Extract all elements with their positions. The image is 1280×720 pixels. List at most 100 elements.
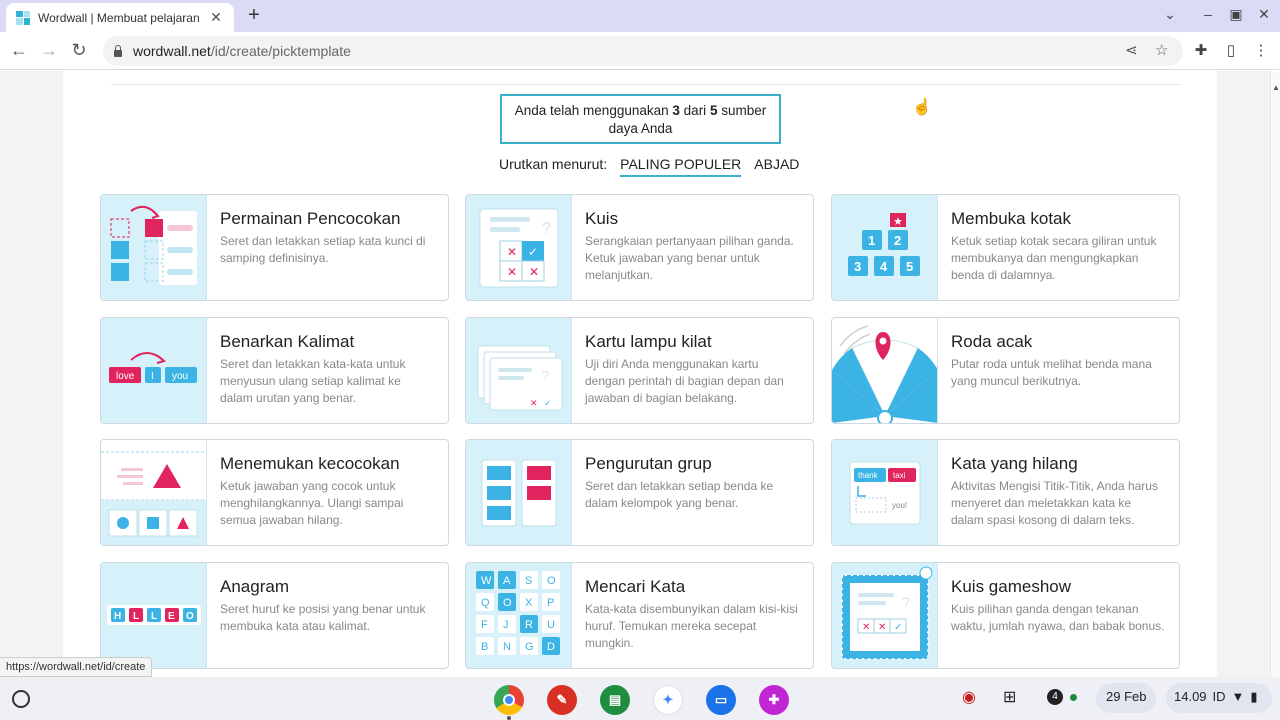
template-desc: Seret dan letakkan setiap benda ke dalam… <box>585 479 774 510</box>
close-tab-icon[interactable]: ✕ <box>208 9 224 26</box>
template-card-anagram[interactable]: H L L E O Anagram Seret huruf ke posisi … <box>100 562 449 669</box>
svg-text:?: ? <box>542 368 549 383</box>
bookmark-star-icon[interactable]: ☆ <box>1155 41 1168 59</box>
svg-text:✕: ✕ <box>862 622 870 633</box>
address-bar[interactable]: wordwall.net/id/create/picktemplate ⋖ ☆ <box>103 36 1183 66</box>
svg-text:★: ★ <box>893 216 903 228</box>
reload-icon[interactable]: ↻ <box>68 40 90 61</box>
date-pill[interactable]: 29 Feb <box>1096 683 1157 713</box>
close-window-button[interactable]: ✕ <box>1254 6 1274 23</box>
tote-icon[interactable]: ⊞ <box>1003 687 1016 707</box>
template-name: Kuis gameshow <box>951 577 1072 596</box>
quiz-thumbnail: ? ✕ ✓ ✕ ✕ <box>466 195 572 300</box>
page-content: Anda telah menggunakan 3 dari 5 sumber d… <box>63 71 1217 677</box>
side-panel-icon[interactable]: ▯ <box>1221 41 1241 59</box>
canvas-app-icon[interactable]: ✎ <box>547 685 577 715</box>
screen-record-icon[interactable]: ◉ <box>962 687 976 707</box>
template-card-quiz[interactable]: ? ✕ ✓ ✕ ✕ Kuis Serangkaian pertanyaan pi… <box>465 194 814 301</box>
template-name: Permainan Pencocokan <box>220 209 401 228</box>
unbox-number: 5 <box>906 259 913 274</box>
wordsearch-grid: W A S O Q O X P F J R U B N G D <box>476 571 560 655</box>
svg-text:✓: ✓ <box>544 398 552 408</box>
template-desc: Seret huruf ke posisi yang benar untuk m… <box>220 602 426 633</box>
hand-cursor-icon: ☝ <box>912 99 932 116</box>
tab-search-icon[interactable]: ⌄ <box>1160 6 1180 23</box>
quota-used: 3 <box>672 103 680 118</box>
wordsearch-letter: O <box>503 597 512 609</box>
svg-text:✕: ✕ <box>530 398 538 408</box>
extensions-puzzle-icon[interactable]: ✚ <box>1191 41 1211 59</box>
svg-text:✕: ✕ <box>507 245 517 259</box>
template-card-group-sort[interactable]: Pengurutan grup Seret dan letakkan setia… <box>465 439 814 546</box>
template-name: Menemukan kecocokan <box>220 454 400 473</box>
maximize-button[interactable]: ▣ <box>1226 6 1246 23</box>
svg-text:✕: ✕ <box>878 622 886 633</box>
template-card-match-up[interactable]: Permainan Pencocokan Seret dan letakkan … <box>100 194 449 301</box>
template-card-find-the-match[interactable]: Menemukan kecocokan Ketuk jawaban yang c… <box>100 439 449 546</box>
missing-word-chip: thank <box>858 471 879 480</box>
template-desc: Kata-kata disembunyikan dalam kisi-kisi … <box>585 602 798 650</box>
template-name: Pengurutan grup <box>585 454 712 473</box>
wordsearch-letter: R <box>525 619 533 631</box>
template-card-missing-word[interactable]: thank taxi you! Kata yang hilang Aktivit… <box>831 439 1180 546</box>
classroom-app-icon[interactable]: ▤ <box>600 685 630 715</box>
quota-total: 5 <box>709 103 718 118</box>
template-desc: Putar roda untuk melihat benda mana yang… <box>951 357 1152 388</box>
battery-icon: ▮ <box>1250 689 1258 704</box>
sort-bar: Urutkan menurut: PALING POPULER ABJAD <box>499 156 799 177</box>
sort-alphabetical[interactable]: ABJAD <box>754 156 799 177</box>
forward-arrow-icon[interactable]: → <box>38 40 60 61</box>
template-card-unjumble[interactable]: love I you Benarkan Kalimat Seret dan le… <box>100 317 449 424</box>
template-card-random-wheel[interactable]: Roda acak Putar roda untuk melihat benda… <box>831 317 1180 424</box>
wordsearch-letter: W <box>481 575 492 587</box>
missing-word-thumbnail: thank taxi you! <box>832 440 938 545</box>
explore-app-icon[interactable]: ✦ <box>653 685 683 715</box>
missing-word-text: you! <box>892 501 907 510</box>
wordsearch-letter: U <box>547 619 555 631</box>
template-card-gameshow-quiz[interactable]: ? ✕ ✕ ✓ Kuis gameshow Kuis pilihan ganda… <box>831 562 1180 669</box>
notification-count[interactable]: 4 <box>1047 689 1063 705</box>
minimize-button[interactable]: – <box>1198 6 1218 22</box>
template-card-flash-cards[interactable]: ? ✕ ✓ Kartu lampu kilat Uji diri Anda me… <box>465 317 814 424</box>
new-tab-button[interactable]: + <box>243 4 265 27</box>
anagram-letter: H <box>114 611 121 622</box>
template-name: Benarkan Kalimat <box>220 332 355 351</box>
browser-menu-icon[interactable]: ⋮ <box>1251 41 1271 59</box>
template-card-wordsearch[interactable]: WA S O Q O X P F J R U B N G D Mencari Kata Kata-kata … <box>465 562 814 669</box>
group-sort-thumbnail <box>466 440 572 545</box>
date-text: 29 Feb <box>1106 689 1147 704</box>
sort-label: Urutkan menurut: <box>499 156 608 172</box>
scroll-up-icon[interactable]: ▲ <box>1272 83 1280 92</box>
sort-most-popular[interactable]: PALING POPULER <box>620 156 742 177</box>
template-desc: Aktivitas Mengisi Titik-Titik, Anda haru… <box>951 479 1158 527</box>
svg-text:✓: ✓ <box>894 622 902 633</box>
unbox-number: 4 <box>880 259 888 274</box>
share-icon[interactable]: ⋖ <box>1125 41 1138 59</box>
status-dot <box>1070 694 1077 701</box>
template-card-open-the-box[interactable]: ★ 1 2 3 4 5 Membuka kotak Ketuk setiap k… <box>831 194 1180 301</box>
sentence-word: you <box>172 371 188 382</box>
wordsearch-letter: G <box>525 641 534 653</box>
template-name: Membuka kotak <box>951 209 1071 228</box>
template-desc: Uji diri Anda menggunakan kartu dengan p… <box>585 357 784 405</box>
locale-text: ID <box>1212 689 1226 704</box>
svg-text:✕: ✕ <box>529 265 539 279</box>
files-app-icon[interactable]: ▭ <box>706 685 736 715</box>
browser-tab[interactable]: Wordwall | Membuat pelajaran ✕ <box>6 3 234 32</box>
wordsearch-letter: O <box>547 575 556 587</box>
random-wheel-thumbnail <box>832 318 938 423</box>
launcher-icon[interactable] <box>12 690 30 708</box>
quota-prefix: Anda telah menggunakan <box>514 103 669 118</box>
back-arrow-icon[interactable]: ← <box>8 40 30 61</box>
chrome-app-icon[interactable] <box>494 685 524 715</box>
wordsearch-letter: N <box>503 641 511 653</box>
flash-cards-thumbnail: ? ✕ ✓ <box>466 318 572 423</box>
wifi-icon: ▼ <box>1231 689 1245 704</box>
template-name: Kata yang hilang <box>951 454 1078 473</box>
browser-toolbar: ← → ↻ wordwall.net/id/create/picktemplat… <box>0 32 1280 70</box>
page-scrollbar[interactable]: ▲ <box>1270 71 1280 677</box>
gallery-app-icon[interactable]: ✚ <box>759 685 789 715</box>
system-tray[interactable]: 14.09 ID ▼ ▮ <box>1166 683 1272 713</box>
wordsearch-letter: D <box>547 641 555 653</box>
find-match-thumbnail <box>101 440 207 545</box>
